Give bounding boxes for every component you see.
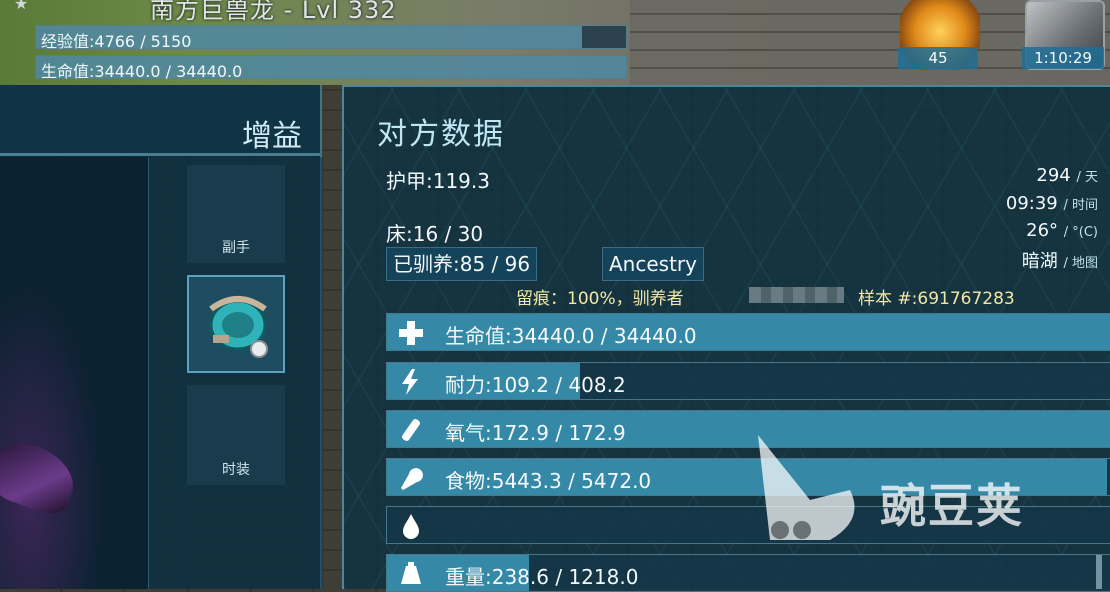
scrollbar[interactable] xyxy=(1096,555,1102,589)
oxygen-tank-icon xyxy=(402,419,420,441)
costume-slot[interactable]: 时装 xyxy=(187,385,285,485)
offhand-slot-label: 副手 xyxy=(222,240,250,256)
day-value: 294 xyxy=(1036,165,1071,186)
saddle-slot[interactable] xyxy=(187,275,285,373)
oxygen-bar-text: 氧气:172.9 / 172.9 xyxy=(445,421,626,445)
health-bar: 生命值:34440.0 / 34440.0 xyxy=(386,313,1110,351)
health-top-bar: 生命值:34440.0 / 34440.0 xyxy=(35,55,627,81)
buffs-title: 增益 xyxy=(242,119,302,154)
day-info: 294 / 天 xyxy=(1036,165,1098,186)
xp-bar: 经验值:4766 / 5150 xyxy=(35,25,627,51)
offhand-slot[interactable]: 副手 xyxy=(187,165,285,263)
stamina-bar: 耐力:109.2 / 408.2 xyxy=(386,362,1110,400)
health-top-text: 生命值:34440.0 / 34440.0 xyxy=(41,62,243,81)
costume-slot-label: 时装 xyxy=(222,462,250,478)
buffs-panel: 增益 副手 时装 xyxy=(0,85,323,589)
location-unit: / 地图 xyxy=(1063,256,1098,271)
day-unit: / 天 xyxy=(1076,170,1098,185)
star-icon: ★ xyxy=(14,0,29,13)
weight-bar-text: 重量:238.6 / 1218.0 xyxy=(445,565,639,589)
timer-text: 1:10:29 xyxy=(1022,47,1104,69)
specimen-text: 样本 #:691767283 xyxy=(858,289,1015,309)
temperature-unit: / °(C) xyxy=(1063,225,1098,240)
bed-text: 床:16 / 30 xyxy=(386,222,484,246)
stamina-lightning-icon xyxy=(402,369,418,395)
tamer-name-blurred xyxy=(749,287,844,303)
food-drumstick-icon xyxy=(401,468,423,490)
resource-count: 45 xyxy=(898,47,978,69)
tamed-count: 已驯养:85 / 96 xyxy=(386,247,538,281)
time-unit: / 时间 xyxy=(1063,198,1098,213)
imprint-text: 留痕：100%，驯养者 xyxy=(516,289,684,309)
watermark: 豌豆荚 xyxy=(750,430,1090,560)
temperature-info: 26° / °(C) xyxy=(1026,220,1098,241)
armor-text: 护甲:119.3 xyxy=(386,169,490,193)
health-bar-text: 生命值:34440.0 / 34440.0 xyxy=(445,324,697,348)
location-value: 暗湖 xyxy=(1021,251,1058,272)
watermark-logo-icon xyxy=(758,435,855,540)
creature-claw-image xyxy=(0,434,83,520)
creature-name-level: 南方巨兽龙 - Lvl 332 xyxy=(150,0,397,24)
time-info: 09:39 / 时间 xyxy=(1006,193,1098,214)
temperature-value: 26° xyxy=(1026,220,1059,241)
location-info: 暗湖 / 地图 xyxy=(1022,247,1098,273)
weight-icon xyxy=(401,562,421,584)
watermark-text: 豌豆荚 xyxy=(880,479,1024,533)
water-drop-icon xyxy=(403,514,419,539)
food-bar-text: 食物:5443.3 / 5472.0 xyxy=(445,469,652,493)
time-value: 09:39 xyxy=(1005,193,1058,214)
creature-preview xyxy=(0,157,148,589)
equipment-slots: 副手 时装 xyxy=(148,157,323,589)
health-cross-icon xyxy=(399,321,423,345)
buffs-header: 增益 xyxy=(0,85,320,156)
saddle-icon xyxy=(209,296,268,358)
ancestry-button[interactable]: Ancestry xyxy=(602,247,704,281)
xp-text: 经验值:4766 / 5150 xyxy=(41,32,192,51)
stamina-bar-text: 耐力:109.2 / 408.2 xyxy=(445,373,626,397)
panel-title: 对方数据 xyxy=(377,117,505,152)
